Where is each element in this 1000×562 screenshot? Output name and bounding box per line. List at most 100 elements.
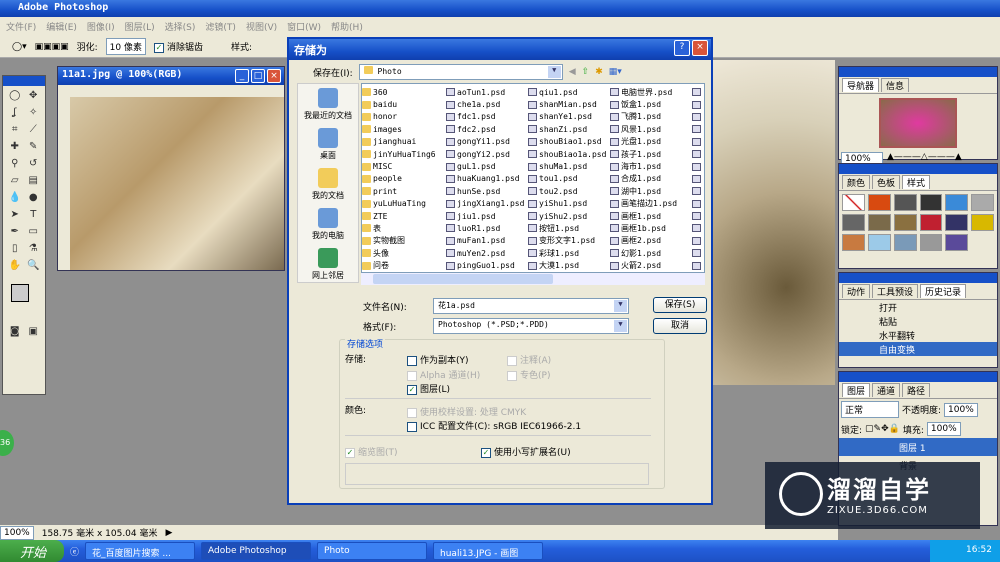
blur-tool-icon[interactable]: 💧 [7,192,23,206]
marquee-tool-icon[interactable]: ◯ [7,90,23,104]
minimize-button[interactable]: _ [235,69,249,83]
file-item[interactable]: 飞腾1.psd [610,111,692,123]
menu-help[interactable]: 帮助(H) [331,20,363,33]
new-folder-icon[interactable]: ✱ [595,67,603,77]
file-item[interactable]: shanYe1.psd [528,111,610,123]
tab-styles[interactable]: 样式 [902,175,931,189]
selection-mode-icons[interactable]: ▣▣▣▣ [35,42,69,52]
crop-tool-icon[interactable]: ⌗ [7,124,23,138]
dialog-close-button[interactable]: × [692,40,708,56]
lowercase-ext-checkbox[interactable]: ✓ 使用小写扩展名(U) [481,445,571,458]
tab-info[interactable]: 信息 [881,78,910,92]
menu-file[interactable]: 文件(F) [6,20,36,33]
tab-layers[interactable]: 图层 [842,383,871,397]
file-item[interactable]: jiu1.psd [446,210,528,222]
opacity-input[interactable]: 100% [944,402,978,417]
menu-view[interactable]: 视图(V) [246,20,277,33]
folder-item[interactable]: yuLuHuaTing [362,198,446,210]
alpha-checkbox[interactable]: Alpha 通道(H) [407,368,480,381]
file-item[interactable]: fdc2.psd [446,123,528,135]
thumbnail-checkbox[interactable]: ✓ 缩览图(T) [345,445,398,458]
slice-tool-icon[interactable]: ⟋ [26,124,42,138]
taskbar-item[interactable]: Photo [317,542,428,560]
magic-wand-icon[interactable]: ✧ [26,107,42,121]
menu-filter[interactable]: 滤镜(T) [205,20,236,33]
status-arrow-icon[interactable]: ▶ [166,528,173,538]
folder-item[interactable]: 表 [362,222,446,234]
file-item[interactable]: 合成1.psd [610,173,692,185]
file-item[interactable]: 电脑世界.psd [610,86,692,98]
file-item[interactable]: 火箭2.psd [610,259,692,271]
floating-badge[interactable]: 36 [0,430,14,456]
file-item[interactable]: luoR1.psd [446,222,528,234]
folder-item[interactable]: baidu [362,98,446,110]
lasso-tool-icon[interactable]: ʆ [7,107,23,121]
tab-channels[interactable]: 通道 [872,383,901,397]
quickmask-icon[interactable]: ◙ [7,326,23,340]
file-item[interactable]: guL1.psd [446,160,528,172]
dodge-tool-icon[interactable]: ● [26,192,42,206]
shape-tool-icon[interactable]: ▭ [26,226,42,240]
help-button[interactable]: ? [674,40,690,56]
file-item[interactable]: shanMian.psd [528,98,610,110]
folder-item[interactable]: MISC [362,160,446,172]
file-item[interactable]: 湖中1.psd [610,185,692,197]
tab-tool-presets[interactable]: 工具预设 [872,284,919,298]
place-my-documents[interactable]: 我的文档 [298,164,358,204]
fill-input[interactable]: 100% [926,422,961,436]
format-select[interactable]: Photoshop (*.PSD;*.PDD) ▼ [433,318,629,334]
feather-input[interactable]: 10 像素 [105,38,146,55]
taskbar-item[interactable]: huali13.JPG - 画图 [433,542,544,560]
file-list[interactable]: 360 baidu honor images jianghuai jinYuHuaTing… [361,83,705,273]
ie-quicklaunch-icon[interactable]: ⓔ [70,545,79,558]
file-item[interactable]: gongYi1.psd [446,136,528,148]
file-item[interactable]: 风景1.psd [610,123,692,135]
start-button[interactable]: 开始 [0,540,64,562]
file-item[interactable]: shouBiao1.psd [528,136,610,148]
antialias-checkbox[interactable]: ✓ 消除锯齿 [153,40,203,53]
menu-edit[interactable]: 编辑(E) [46,20,77,33]
close-button[interactable]: × [267,69,281,83]
notes-tool-icon[interactable]: ▯ [7,243,23,257]
clock[interactable]: 16:52 [966,545,992,555]
folder-item[interactable]: images [362,123,446,135]
file-item[interactable]: 画笔描边1.psd [610,198,692,210]
document-canvas[interactable] [70,97,284,270]
filename-input[interactable]: 花1a.psd ▼ [433,298,629,314]
healing-tool-icon[interactable]: ✚ [7,141,23,155]
save-button[interactable]: 保存(S) [653,297,707,313]
file-item[interactable]: 海市1.psd [610,160,692,172]
history-item[interactable]: 水平翻转 [839,328,997,342]
file-item[interactable]: huaKuang1.psd [446,173,528,185]
file-item[interactable]: tou2.psd [528,185,610,197]
proof-checkbox[interactable]: 使用校样设置: 处理 CMYK [407,405,526,418]
file-item[interactable]: 孩子1.psd [610,148,692,160]
folder-item[interactable]: jianghuai [362,136,446,148]
folder-item[interactable]: jinYuHuaTing6 [362,148,446,160]
file-item[interactable]: che1a.psd [446,98,528,110]
blend-mode-select[interactable]: 正常 [841,401,899,418]
tab-history[interactable]: 历史记录 [920,284,967,298]
gradient-tool-icon[interactable]: ▤ [26,175,42,189]
taskbar-item[interactable]: 花_百度图片搜索 ... [85,542,196,560]
menu-image[interactable]: 图像(I) [87,20,115,33]
status-zoom[interactable]: 100% [0,525,34,540]
tab-swatches[interactable]: 色板 [872,175,901,189]
menu-window[interactable]: 窗口(W) [287,20,321,33]
folder-item[interactable]: honor [362,111,446,123]
file-item[interactable]: 画框1.psd [610,210,692,222]
folder-item[interactable]: 问卷 [362,259,446,271]
history-item[interactable]: 打开 [839,300,997,314]
place-network[interactable]: 网上邻居 [298,244,358,284]
file-item[interactable]: fdc1.psd [446,111,528,123]
folder-item[interactable]: print [362,185,446,197]
file-item[interactable]: yiShu1.psd [528,198,610,210]
history-item[interactable]: 粘贴 [839,314,997,328]
hand-tool-icon[interactable]: ✋ [7,260,23,274]
file-item[interactable]: 变形文字1.psd [528,235,610,247]
file-item[interactable]: 大漠1.psd [528,259,610,271]
file-item[interactable]: 画框2.psd [610,235,692,247]
eraser-tool-icon[interactable]: ▱ [7,175,23,189]
notes-checkbox[interactable]: 注释(A) [507,353,551,366]
tab-paths[interactable]: 路径 [902,383,931,397]
